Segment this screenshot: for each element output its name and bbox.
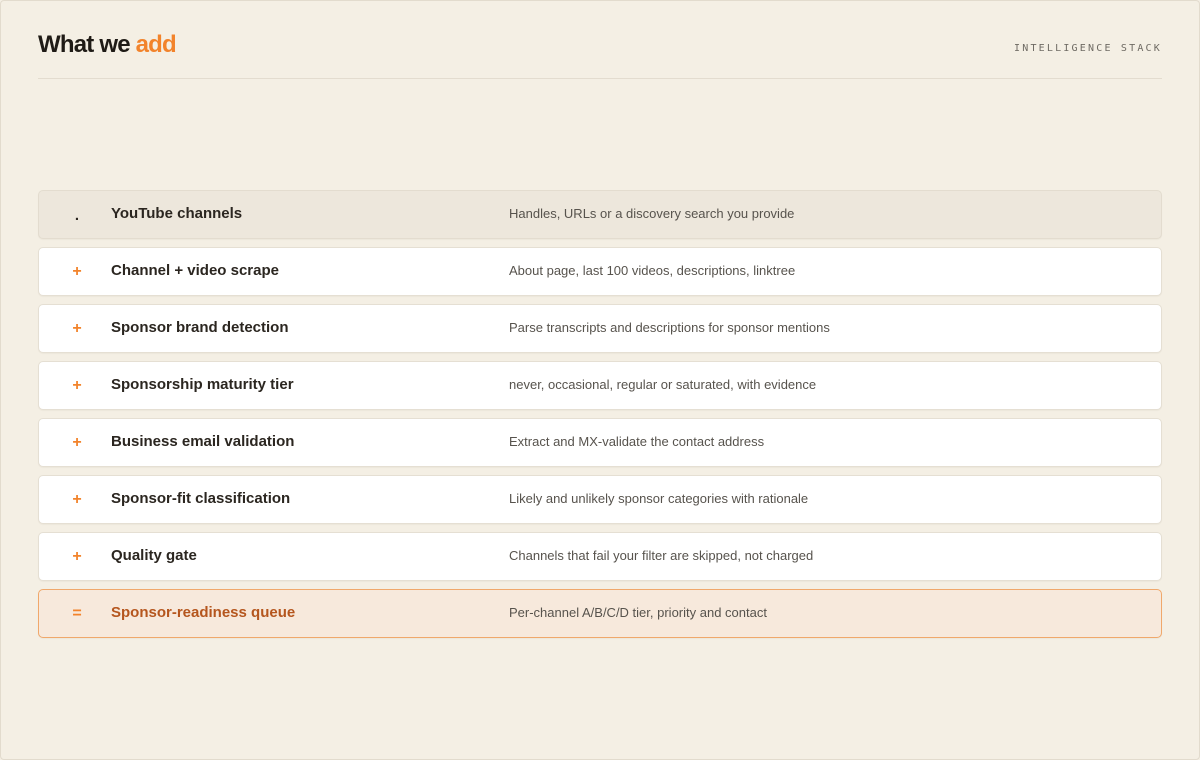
stack-row: + Channel + video scrape About page, las… [38,247,1162,296]
dot-marker-icon: . [74,207,80,224]
row-description: Parse transcripts and descriptions for s… [509,320,830,335]
stack-row-result: = Sponsor-readiness queue Per-channel A/… [38,589,1162,638]
row-description: About page, last 100 videos, description… [509,263,796,278]
equals-marker-icon: = [72,605,82,622]
stack-row-source: . YouTube channels Handles, URLs or a di… [38,190,1162,239]
title-accent: add [135,31,177,58]
row-description: Handles, URLs or a discovery search you … [509,206,795,221]
stack-row: + Sponsor-fit classification Likely and … [38,475,1162,524]
row-label: Business email validation [111,433,295,450]
stack-row: + Sponsorship maturity tier never, occas… [38,361,1162,410]
section-eyebrow: INTELLIGENCE STACK [1014,43,1162,54]
page-frame: What we add INTELLIGENCE STACK . YouTube… [0,0,1200,760]
row-description: Likely and unlikely sponsor categories w… [509,491,809,506]
plus-marker-icon: + [72,548,82,565]
stack-row: + Quality gate Channels that fail your f… [38,532,1162,581]
page-title: What we add [38,31,177,59]
row-description: Channels that fail your filter are skipp… [509,548,814,563]
plus-marker-icon: + [72,263,82,280]
row-label: Sponsor brand detection [111,319,289,336]
plus-marker-icon: + [72,491,82,508]
plus-marker-icon: + [72,434,82,451]
stack-row: + Sponsor brand detection Parse transcri… [38,304,1162,353]
row-description: never, occasional, regular or saturated,… [509,377,817,392]
stack-row: + Business email validation Extract and … [38,418,1162,467]
row-label: Sponsor-readiness queue [111,604,296,621]
stack-list: . YouTube channels Handles, URLs or a di… [38,190,1162,646]
row-label: Quality gate [111,547,197,564]
plus-marker-icon: + [72,320,82,337]
row-label: Sponsorship maturity tier [111,376,294,393]
title-main: What we [38,31,131,58]
row-description: Extract and MX-validate the contact addr… [509,434,765,449]
row-label: Channel + video scrape [111,262,279,279]
header: What we add INTELLIGENCE STACK [38,29,1162,79]
row-label: YouTube channels [111,205,243,222]
plus-marker-icon: + [72,377,82,394]
row-label: Sponsor-fit classification [111,490,291,507]
row-description: Per-channel A/B/C/D tier, priority and c… [509,605,767,620]
